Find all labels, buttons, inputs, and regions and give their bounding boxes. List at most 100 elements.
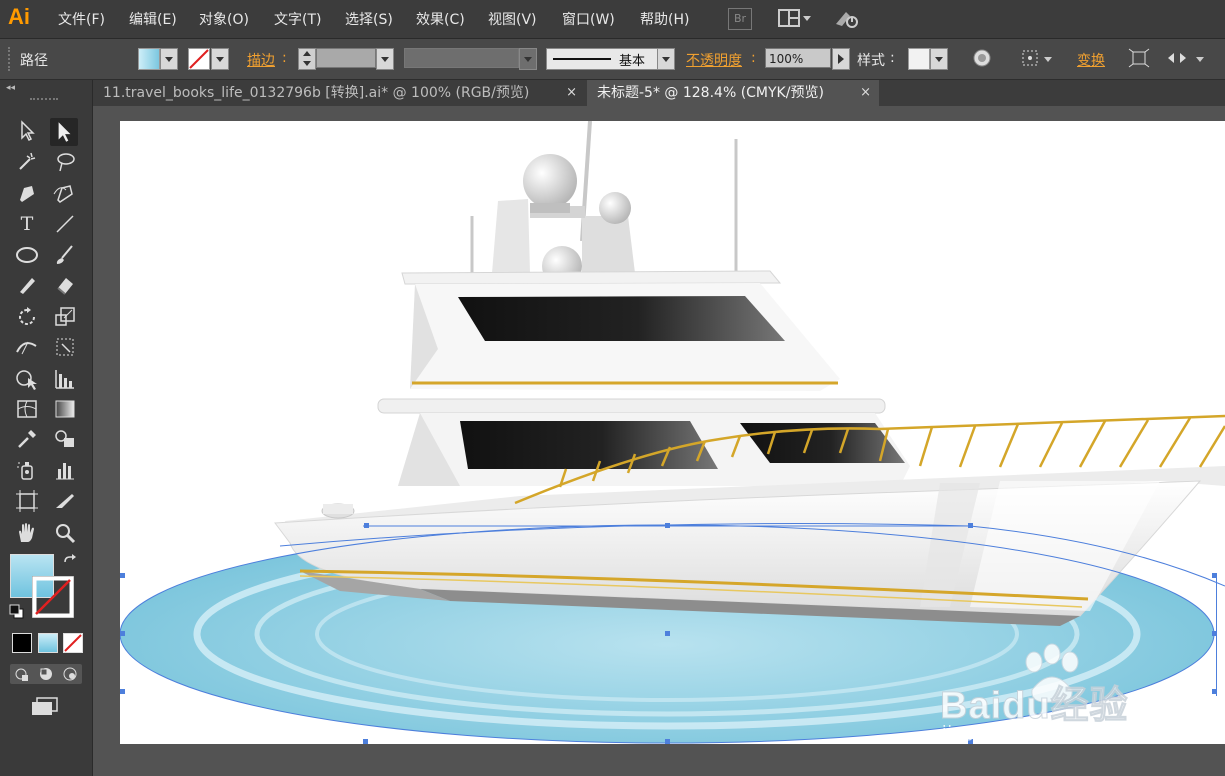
fill-dropdown[interactable]: [160, 48, 178, 70]
pen-tool-icon[interactable]: [14, 180, 40, 206]
opacity-link[interactable]: 不透明度: [686, 50, 742, 70]
isolate-icon[interactable]: [1128, 48, 1150, 68]
brush-definition[interactable]: 基本: [546, 48, 658, 70]
slice-tool-icon[interactable]: [52, 488, 78, 514]
baidu-watermark: Baidu经验 jingyan.baidu.com: [940, 640, 1170, 750]
column-graph-tool-icon[interactable]: [52, 457, 78, 483]
gradient-tool-icon[interactable]: [52, 396, 78, 422]
recolor-icon[interactable]: [972, 48, 992, 68]
draw-inside-icon[interactable]: [61, 665, 79, 683]
type-tool-icon[interactable]: T: [14, 211, 40, 237]
magic-wand-icon[interactable]: [14, 149, 40, 175]
blend-tool-icon[interactable]: [52, 426, 78, 452]
watermark-url: jingyan.baidu.com: [942, 722, 1107, 741]
align-selection-icon[interactable]: [1020, 48, 1042, 68]
tab-untitled-5[interactable]: 未标题-5* @ 128.4% (CMYK/预览) ×: [587, 80, 879, 106]
draw-behind-icon[interactable]: [37, 665, 55, 683]
stroke-colon: :: [282, 50, 287, 66]
stroke-dropdown[interactable]: [211, 48, 229, 70]
line-segment-tool-icon[interactable]: [52, 211, 78, 237]
menu-select[interactable]: 选择(S): [345, 9, 393, 29]
menu-view[interactable]: 视图(V): [488, 9, 537, 29]
variable-width-profile[interactable]: [404, 48, 519, 68]
app-logo: Ai: [8, 4, 30, 29]
style-dropdown[interactable]: [930, 48, 948, 70]
tab-untitled-5-label: 未标题-5* @ 128.4% (CMYK/预览): [597, 85, 824, 101]
arrange-icon[interactable]: [1166, 48, 1188, 68]
fill-swatch[interactable]: [138, 48, 160, 70]
bounding-box-right-edge[interactable]: [1216, 574, 1217, 696]
stroke-swatch[interactable]: [188, 48, 210, 70]
selection-type-label: 路径: [20, 53, 48, 69]
flybridge-window: [458, 296, 785, 341]
zoom-tool-icon[interactable]: [52, 520, 78, 546]
main-cabin-window-1: [460, 421, 718, 469]
chevron-down-icon[interactable]: [803, 16, 811, 21]
graph-tool-icon[interactable]: [52, 366, 78, 392]
width-tool-icon[interactable]: [14, 334, 40, 360]
menu-bar: Ai 文件(F) 编辑(E) 对象(O) 文字(T) 选择(S) 效果(C) 视…: [0, 0, 1225, 39]
close-icon[interactable]: ×: [566, 80, 577, 106]
tab-travel-books[interactable]: 11.travel_books_life_0132796b [转换].ai* @…: [93, 80, 585, 106]
eraser-tool-icon[interactable]: [52, 272, 78, 298]
variable-width-dropdown[interactable]: [519, 48, 537, 70]
stroke-weight-input[interactable]: [316, 48, 376, 68]
stroke-link[interactable]: 描边: [247, 50, 275, 70]
symbol-sprayer-tool-icon[interactable]: [14, 457, 40, 483]
opacity-arrow[interactable]: [832, 48, 850, 70]
close-icon[interactable]: ×: [860, 80, 871, 106]
tools-panel: ◂◂ T: [0, 80, 93, 776]
default-colors-icon[interactable]: [9, 604, 25, 620]
scale-tool-icon[interactable]: [52, 304, 78, 330]
brush-definition-label: 基本: [619, 54, 646, 69]
align-chevron-icon[interactable]: [1044, 57, 1052, 62]
selection-tool-icon[interactable]: [14, 118, 40, 144]
draw-normal-icon[interactable]: [13, 665, 31, 683]
pencil-tool-icon[interactable]: [14, 272, 40, 298]
panel-menu-chevron-icon[interactable]: [1196, 57, 1204, 62]
eyedropper-tool-icon[interactable]: [14, 426, 40, 452]
artboard-tool-icon[interactable]: [14, 488, 40, 514]
bridge-label: Br: [733, 12, 747, 25]
menu-effect[interactable]: 效果(C): [416, 9, 465, 29]
style-label: 样式: [857, 53, 885, 69]
grip-handle[interactable]: [8, 47, 13, 71]
panel-grip[interactable]: [30, 98, 58, 104]
menu-help[interactable]: 帮助(H): [640, 9, 689, 29]
hand-tool-icon[interactable]: [14, 520, 40, 546]
menu-window[interactable]: 窗口(W): [562, 9, 615, 29]
paintbrush-tool-icon[interactable]: [52, 242, 78, 268]
direct-selection-tool-icon[interactable]: [50, 118, 78, 146]
workspace-layout-icon[interactable]: [778, 9, 800, 27]
stroke-weight-dropdown[interactable]: [376, 48, 394, 70]
transform-link[interactable]: 变换: [1077, 50, 1105, 70]
opacity-input[interactable]: 100%: [765, 48, 831, 68]
color-mode-button[interactable]: [12, 633, 32, 653]
swap-fill-stroke-icon[interactable]: [62, 554, 78, 570]
curvature-tool-icon[interactable]: [52, 180, 78, 206]
rotate-tool-icon[interactable]: [14, 304, 40, 330]
none-mode-button[interactable]: [63, 633, 83, 653]
menu-edit[interactable]: 编辑(E): [129, 9, 177, 29]
sync-icon[interactable]: [832, 8, 860, 30]
opacity-colon: :: [751, 50, 756, 66]
lasso-tool-icon[interactable]: [52, 149, 78, 175]
document-tabs: 11.travel_books_life_0132796b [转换].ai* @…: [93, 80, 1225, 106]
bridge-button[interactable]: Br: [728, 8, 752, 30]
style-colon: :: [890, 50, 895, 66]
collapse-panel-icon[interactable]: ◂◂: [6, 83, 15, 93]
ellipse-tool-icon[interactable]: [14, 242, 40, 268]
menu-object[interactable]: 对象(O): [199, 9, 249, 29]
menu-file[interactable]: 文件(F): [58, 9, 105, 29]
free-transform-tool-icon[interactable]: [52, 334, 78, 360]
brush-dropdown[interactable]: [657, 48, 675, 70]
screen-mode-icon[interactable]: [30, 696, 60, 718]
style-swatch[interactable]: [908, 48, 930, 70]
gradient-mode-button[interactable]: [38, 633, 58, 653]
shape-builder-tool-icon[interactable]: [14, 366, 40, 392]
menu-type[interactable]: 文字(T): [274, 9, 321, 29]
stroke-weight-stepper[interactable]: [298, 48, 316, 70]
control-bar: 路径 描边 : 基本 不透明度 : 100% 样式 : 变换: [0, 39, 1225, 80]
stroke-color-swatch[interactable]: [29, 573, 77, 621]
mesh-tool-icon[interactable]: [14, 396, 40, 422]
